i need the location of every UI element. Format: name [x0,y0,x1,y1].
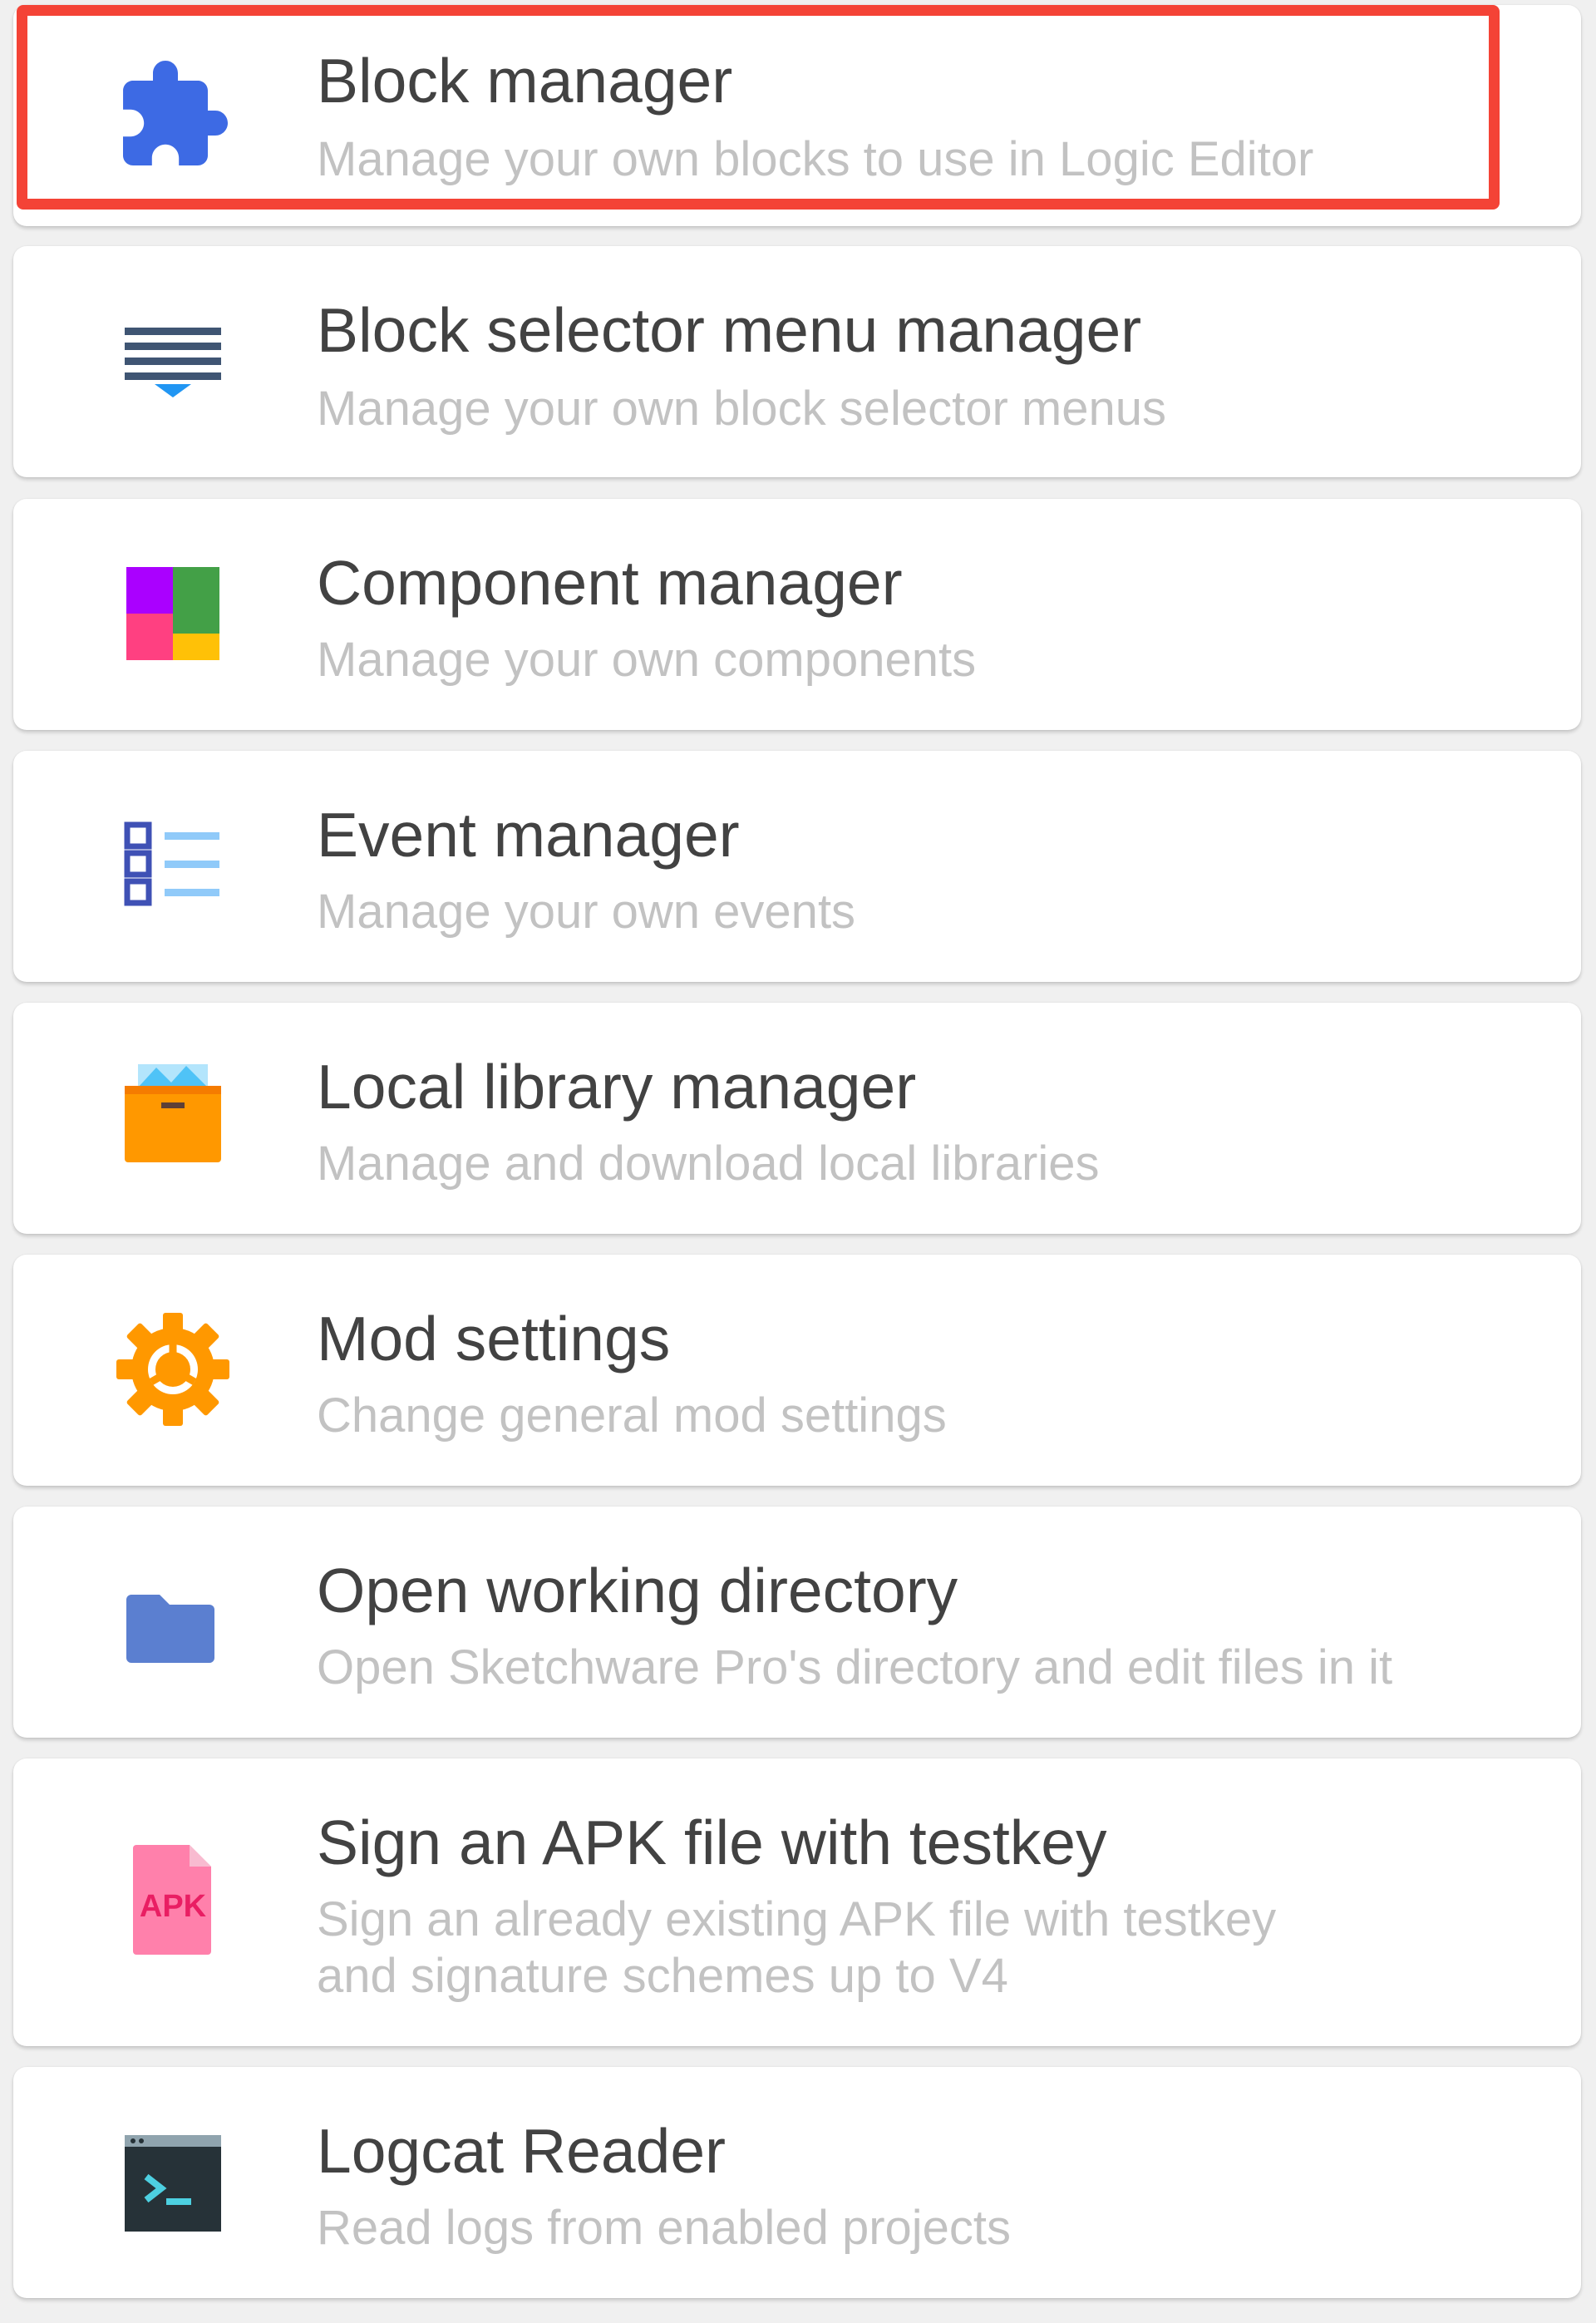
item-subtitle: Change general mod settings [317,1388,947,1443]
mod-settings-item[interactable]: Mod settings Change general mod settings [13,1255,1581,1486]
puzzle-piece-icon [113,56,233,175]
item-title: Open working directory [317,1556,958,1625]
item-subtitle: Sign an already existing APK file with t… [317,1892,1277,2003]
folder-icon [113,1563,233,1683]
archive-box-icon [113,1053,233,1172]
colored-grid-icon [113,554,233,673]
item-title: Component manager [317,548,903,618]
item-subtitle: Manage your own components [317,633,977,687]
item-title: Block selector menu manager [317,295,1142,365]
item-title: Logcat Reader [317,2116,727,2186]
item-title: Sign an APK file with testkey [317,1808,1107,1877]
sign-apk-item[interactable]: APK Sign an APK file with testkey Sign a… [13,1758,1581,2046]
gear-icon [113,1309,233,1429]
item-subtitle: Manage your own events [317,885,856,939]
item-subtitle: Read logs from enabled projects [317,2201,1012,2255]
item-title: Block manager [317,46,733,116]
block-manager-item[interactable]: Block manager Manage your own blocks to … [13,5,1581,226]
terminal-icon [113,2123,233,2243]
event-manager-item[interactable]: Event manager Manage your own events [13,751,1581,982]
local-library-manager-item[interactable]: Local library manager Manage and downloa… [13,1003,1581,1234]
item-subtitle: Open Sketchware Pro's directory and edit… [317,1640,1393,1694]
item-title: Event manager [317,800,740,870]
logcat-reader-item[interactable]: Logcat Reader Read logs from enabled pro… [13,2067,1581,2298]
item-subtitle: Manage your own block selector menus [317,382,1166,436]
open-working-directory-item[interactable]: Open working directory Open Sketchware P… [13,1507,1581,1738]
item-subtitle: Manage your own blocks to use in Logic E… [317,132,1314,186]
apk-file-icon: APK [113,1840,233,1960]
item-subtitle: Manage and download local libraries [317,1137,1100,1191]
menu-lines-dropdown-icon [113,298,233,417]
apk-label: APK [140,1889,207,1924]
settings-list: Block manager Manage your own blocks to … [0,0,1596,2323]
block-selector-menu-manager-item[interactable]: Block selector menu manager Manage your … [13,246,1581,477]
item-title: Local library manager [317,1052,917,1122]
component-manager-item[interactable]: Component manager Manage your own compon… [13,499,1581,730]
checklist-icon [113,804,233,924]
item-title: Mod settings [317,1304,671,1374]
